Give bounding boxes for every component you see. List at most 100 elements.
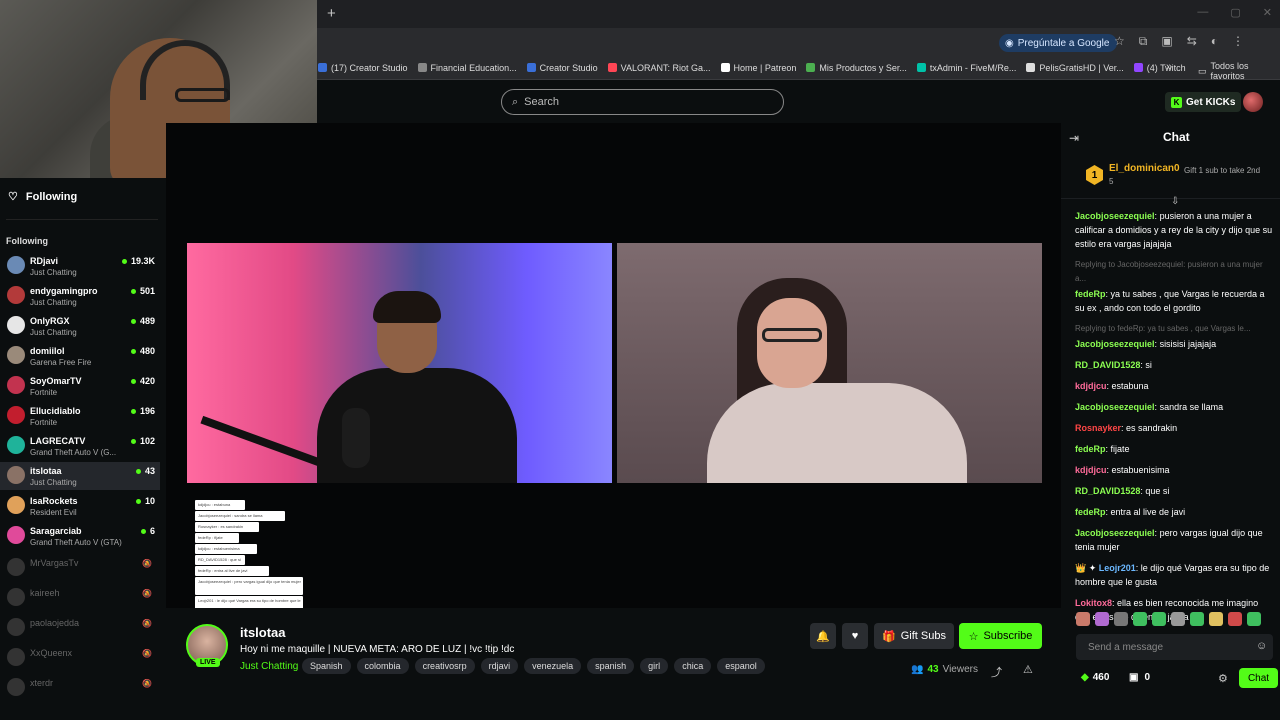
right-camera-feed <box>617 243 1042 483</box>
channel-points[interactable]: ◆ 460 <box>1081 672 1109 683</box>
emote-icon[interactable] <box>1114 612 1128 626</box>
chat-username[interactable]: kdjdjcu <box>1075 381 1107 391</box>
viewer-count: 196 <box>130 406 155 416</box>
emote-icon[interactable] <box>1095 612 1109 626</box>
chat-username[interactable]: Leojr201 <box>1099 563 1136 573</box>
tag-chip[interactable]: creativosrp <box>414 658 475 674</box>
minimize-icon[interactable]: — <box>1197 6 1208 19</box>
all-bookmarks-folder[interactable]: ▭ Todos los favoritos <box>1198 61 1280 81</box>
chat-username[interactable]: RD_DAVID1528 <box>1075 486 1140 496</box>
tag-chip[interactable]: chica <box>674 658 712 674</box>
bookmark-item[interactable]: Creator Studio <box>526 63 598 73</box>
emote-icon[interactable] <box>1209 612 1223 626</box>
avatar <box>7 256 25 274</box>
sidebar-channel-offline[interactable]: paolaojedda 🔕 <box>0 614 160 642</box>
tag-chip[interactable]: spanish <box>587 658 635 674</box>
streamer-name[interactable]: itslotaa <box>240 625 286 640</box>
gear-icon[interactable]: ⚙ <box>1218 672 1228 685</box>
sidebar-channel[interactable]: IsaRockets Resident Evil 10 <box>0 492 160 520</box>
get-kicks-button[interactable]: K Get KICKs <box>1165 92 1242 112</box>
menu-icon[interactable]: ⋮ <box>1232 34 1244 49</box>
emote-icon[interactable] <box>1228 612 1242 626</box>
chat-username[interactable]: Lokitox8 <box>1075 598 1112 608</box>
close-icon[interactable]: ✕ <box>1263 6 1272 19</box>
sidebar-channel-offline[interactable]: xterdr 🔕 <box>0 674 160 702</box>
bookmark-item[interactable]: (17) Creator Studio <box>318 63 408 73</box>
bookmark-item[interactable]: PelisGratisHD | Ver... <box>1026 63 1124 73</box>
chat-username[interactable]: RD_DAVID1528 <box>1075 360 1140 370</box>
chat-username[interactable]: fedeRp <box>1075 289 1106 299</box>
chat-username[interactable]: Jacobjoseezequiel <box>1075 528 1155 538</box>
sidebar-channel[interactable]: domiilol Garena Free Fire 480 <box>0 342 160 370</box>
report-icon[interactable]: ⚠ <box>1023 663 1033 676</box>
chat-username[interactable]: fedeRp <box>1075 444 1106 454</box>
screencast-icon[interactable]: ▣ <box>1161 34 1172 49</box>
star-icon[interactable]: ☆ <box>1114 34 1125 49</box>
emote-icon[interactable] <box>1171 612 1185 626</box>
chat-input[interactable]: Send a message <box>1076 634 1273 660</box>
mystery-boxes[interactable]: ▣ 0 <box>1129 672 1150 683</box>
search-input[interactable]: ⌕ Search <box>501 89 784 115</box>
bookmark-item[interactable]: txAdmin - FiveM/Re... <box>916 63 1016 73</box>
chat-username[interactable]: Jacobjoseezequiel <box>1075 339 1155 349</box>
bookmark-item[interactable]: Financial Education... <box>417 63 517 73</box>
subscribe-button[interactable]: ☆ Subscribe <box>959 623 1042 649</box>
bookmarks-more-icon[interactable]: » <box>1166 61 1172 73</box>
bookmark-item[interactable]: VALORANT: Riot Ga... <box>607 63 711 73</box>
stream-category-link[interactable]: Just Chatting <box>240 661 298 672</box>
gift-subs-button[interactable]: 🎁 Gift Subs <box>874 623 954 649</box>
sidebar-channel-offline[interactable]: kaireeh 🔕 <box>0 584 160 612</box>
chat-username[interactable]: Jacobjoseezequiel <box>1075 211 1155 221</box>
maximize-icon[interactable]: ▢ <box>1230 6 1240 19</box>
chat-username[interactable]: Jacobjoseezequiel <box>1075 402 1155 412</box>
gift-sub-prompt[interactable]: Gift 1 sub to take 2nd <box>1184 166 1274 175</box>
sidebar-channel[interactable]: Ellucidiablo Fortnite 196 <box>0 402 160 430</box>
sidebar-channel[interactable]: LAGRECATV Grand Theft Auto V (G... 102 <box>0 432 160 460</box>
live-dot-icon <box>130 378 136 384</box>
tag-chip[interactable]: espanol <box>717 658 765 674</box>
sidebar-channel[interactable]: SoyOmarTV Fortnite 420 <box>0 372 160 400</box>
gift-icon: 🎁 <box>882 630 896 643</box>
top-gifter-name[interactable]: El_dominican0 <box>1109 163 1180 174</box>
chat-username[interactable]: fedeRp <box>1075 507 1106 517</box>
follow-button[interactable]: ♥ <box>842 623 868 649</box>
emote-icon[interactable] <box>1133 612 1147 626</box>
tag-chip[interactable]: venezuela <box>524 658 582 674</box>
video-frame[interactable] <box>187 243 1042 483</box>
sidebar-channel[interactable]: endygamingpro Just Chatting 501 <box>0 282 160 310</box>
tag-chip[interactable]: girl <box>640 658 669 674</box>
bookmark-item[interactable]: (4) Twitch <box>1133 63 1186 73</box>
folder-icon: ▭ <box>1198 65 1207 76</box>
emoji-icon[interactable]: ☺ <box>1256 640 1267 652</box>
sidebar-channel[interactable]: RDjavi Just Chatting 19.3K <box>0 252 160 280</box>
chat-username[interactable]: kdjdjcu <box>1075 465 1107 475</box>
viewer-count: 102 <box>130 436 155 446</box>
bookmark-item[interactable]: Home | Patreon <box>720 63 796 73</box>
tag-chip[interactable]: Spanish <box>302 658 351 674</box>
collapse-chat-icon[interactable]: ⇥ <box>1069 131 1079 145</box>
following-toggle[interactable]: ♡ Following <box>8 190 77 204</box>
sidebar-channel-offline[interactable]: MrVargasTv 🔕 <box>0 554 160 582</box>
chevron-down-icon[interactable]: ⇩ <box>1171 196 1179 207</box>
emote-icon[interactable] <box>1152 612 1166 626</box>
new-tab-button[interactable]: + <box>327 5 336 22</box>
sidebar-channel[interactable]: OnlyRGX Just Chatting 489 <box>0 312 160 340</box>
extensions-icon[interactable]: ⧉ <box>1139 34 1148 49</box>
ask-google-button[interactable]: ◉ Pregúntale a Google <box>999 34 1118 52</box>
profile-icon[interactable]: ◐ <box>1211 34 1218 49</box>
notification-bell-button[interactable]: 🔔 <box>810 623 836 649</box>
sidebar-channel-offline[interactable]: XxQueenx 🔕 <box>0 644 160 672</box>
avatar[interactable] <box>1243 92 1263 112</box>
sidebar-channel[interactable]: Saragarciab Grand Theft Auto V (GTA) 6 <box>0 522 160 550</box>
bookmark-item[interactable]: Mis Productos y Ser... <box>806 63 907 73</box>
tag-chip[interactable]: rdjavi <box>480 658 519 674</box>
translate-icon[interactable]: ⇆ <box>1187 34 1197 49</box>
emote-icon[interactable] <box>1190 612 1204 626</box>
emote-icon[interactable] <box>1247 612 1261 626</box>
share-icon[interactable]: ⤴ <box>991 664 1002 680</box>
sidebar-channel-active[interactable]: itslotaa Just Chatting 43 <box>0 462 160 490</box>
tag-chip[interactable]: colombia <box>356 658 409 674</box>
chat-username[interactable]: Rosnayker <box>1075 423 1121 433</box>
send-chat-button[interactable]: Chat <box>1239 668 1278 688</box>
emote-icon[interactable] <box>1076 612 1090 626</box>
